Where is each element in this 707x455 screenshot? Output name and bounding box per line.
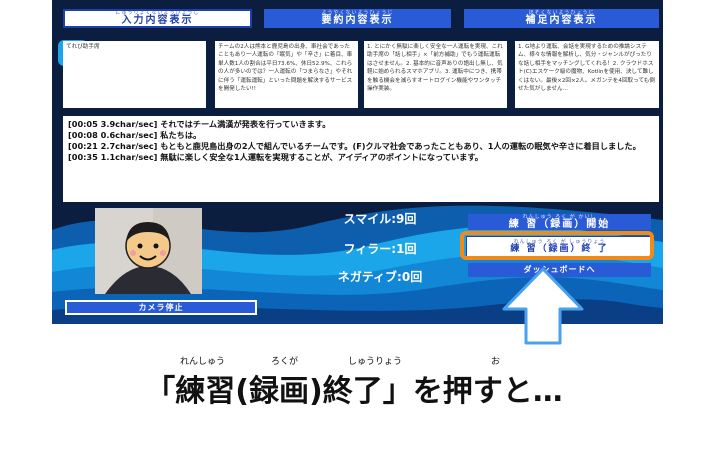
filler-count: フィラー:1回 bbox=[343, 242, 417, 256]
smile-count: スマイル:9回 bbox=[343, 212, 417, 226]
camera-stop-label: カメラ停止 bbox=[138, 302, 184, 312]
tab-summary-ruby: ようやくないようひょうじ bbox=[321, 10, 394, 16]
content-panel-features: 1. とにかく無駄に楽しく安全な一人運転を実現、これ助手席の「話し相手」×「前方… bbox=[364, 41, 507, 108]
negative-count: ネガティブ:0回 bbox=[337, 270, 423, 284]
start-practice-button[interactable]: れんしゅう ろく が かいし 練 習（録画）開始 bbox=[468, 214, 651, 230]
tab-summary-display[interactable]: ようやくないようひょうじ 要約内容表示 bbox=[264, 9, 451, 28]
instruction-caption: れんしゅう ろくが しゅうりょう お 「練習(録画)終了」を押すと… bbox=[124, 348, 584, 409]
camera-preview bbox=[95, 208, 202, 294]
start-practice-label: 練 習（録画）開始 bbox=[508, 218, 611, 230]
content-panel-background: チームの2人は熊本と鹿児島の出身、車社会であったこともあり一人運転の「眠気」や「… bbox=[215, 41, 358, 108]
tab-input-label: 入力内容表示 bbox=[121, 15, 194, 26]
start-practice-ruby: れんしゅう ろく が かいし bbox=[522, 213, 597, 220]
tab-supplement-display[interactable]: ほそくないようひょうじ 補足内容表示 bbox=[464, 9, 659, 28]
tab-summary-label: 要約内容表示 bbox=[321, 15, 394, 26]
tab-supplement-ruby: ほそくないようひょうじ bbox=[528, 10, 595, 16]
tab-input-ruby: にゅうりょくないようひょうじ bbox=[115, 10, 200, 16]
tab-supplement-label: 補足内容表示 bbox=[525, 15, 598, 26]
person-avatar-icon bbox=[95, 208, 202, 294]
caption-text: 「練習(録画)終了」を押すと… bbox=[145, 374, 563, 409]
camera-stop-button[interactable]: カメラ停止 bbox=[65, 300, 257, 315]
transcript-line: [00:05 3.9char/sec] それではチーム満漢が発表を行っていきます… bbox=[68, 119, 331, 129]
transcript-line: [00:35 1.1char/sec] 無駄に楽しく安全な1人運転を実現すること… bbox=[68, 152, 483, 162]
highlight-box bbox=[460, 231, 654, 260]
transcript-line: [00:08 0.6char/sec] 私たちは。 bbox=[68, 130, 202, 140]
content-panel-technology: 1. G地より運転、会話を実現するための推論システム、様々な情報を解析し、気分・… bbox=[515, 41, 659, 108]
up-arrow-icon bbox=[502, 267, 584, 345]
tab-input-display[interactable]: にゅうりょくないようひょうじ 入力内容表示 bbox=[63, 9, 252, 28]
transcript-line: [00:21 2.7char/sec] もともと鹿児島出身の2人で組んでいるチー… bbox=[68, 141, 641, 151]
content-panel-title: てれび助手席 bbox=[63, 41, 206, 108]
